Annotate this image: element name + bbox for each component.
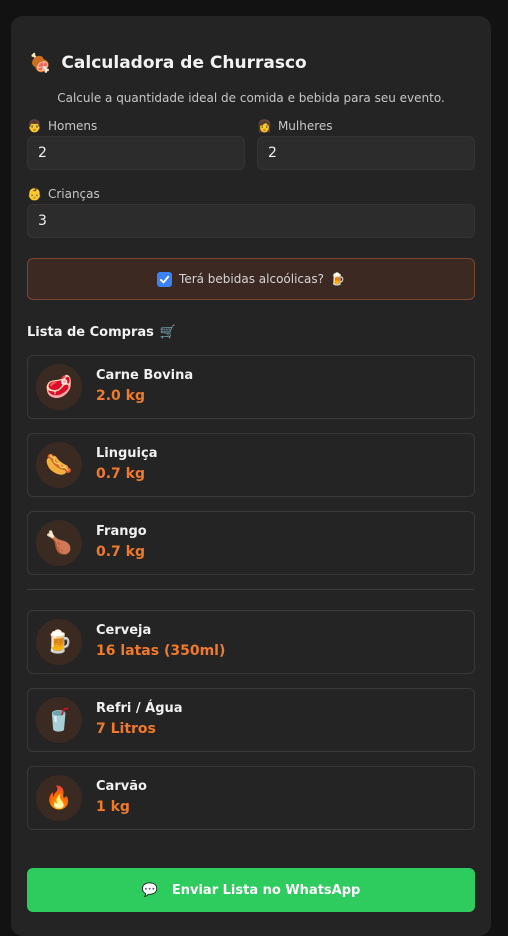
item-value: 0.7 kg: [96, 544, 146, 560]
item-value: 2.0 kg: [96, 388, 146, 404]
item-name: Frango: [96, 524, 147, 539]
field-label-mulheres: 👩 Mulheres: [257, 118, 475, 134]
item-name: Carvão: [96, 779, 147, 794]
meat-icon: 🥩: [36, 364, 82, 410]
page-title: 🍖 Calculadora de Churrasco: [27, 51, 475, 75]
send-whatsapp-button[interactable]: 💬 Enviar Lista no WhatsApp: [27, 868, 475, 912]
woman-icon: 👩: [257, 119, 272, 133]
mulheres-label: Mulheres: [277, 119, 333, 133]
shopping-list: 🥩 Carne Bovina 2.0 kg 🌭 Linguiça 0.7 kg …: [27, 355, 475, 830]
alcohol-checkbox[interactable]: [157, 271, 173, 287]
cup-with-straw-icon: 🥤: [36, 697, 82, 743]
field-label-criancas: 👶 Crianças: [27, 186, 475, 202]
list-item-linguica: 🌭 Linguiça 0.7 kg: [27, 433, 475, 497]
homens-label: Homens: [47, 119, 98, 133]
field-criancas: 👶 Crianças 3: [27, 186, 475, 238]
beer-mug-icon: 🍺: [330, 272, 345, 286]
item-value: 0.7 kg: [96, 466, 146, 482]
send-whatsapp-label: Enviar Lista no WhatsApp: [171, 882, 361, 898]
divider: [27, 589, 475, 590]
hotdog-icon: 🌭: [36, 442, 82, 488]
homens-input[interactable]: 2: [27, 136, 245, 170]
item-value: 1 kg: [96, 799, 130, 815]
item-name: Cerveja: [96, 623, 152, 638]
alcohol-label: Terá bebidas alcoólicas?: [179, 272, 325, 286]
page-title-text: Calculadora de Churrasco: [61, 53, 307, 73]
field-label-homens: 👨 Homens: [27, 118, 245, 134]
beer-icon: 🍺: [36, 619, 82, 665]
alcohol-toggle[interactable]: Terá bebidas alcoólicas? 🍺: [27, 258, 475, 300]
child-icon: 👶: [27, 187, 42, 201]
list-item-carne: 🥩 Carne Bovina 2.0 kg: [27, 355, 475, 419]
list-item-refri: 🥤 Refri / Água 7 Litros: [27, 688, 475, 752]
item-value: 16 latas (350ml): [96, 643, 226, 659]
criancas-label: Crianças: [47, 187, 100, 201]
poultry-leg-icon: 🍗: [36, 520, 82, 566]
shopping-list-title-text: Lista de Compras: [27, 324, 154, 340]
speech-bubble-icon: 💬: [141, 882, 158, 898]
page-subtitle: Calcule a quantidade ideal de comida e b…: [57, 91, 445, 105]
fire-icon: 🔥: [36, 775, 82, 821]
field-mulheres: 👩 Mulheres 2: [257, 118, 475, 170]
item-name: Refri / Água: [96, 701, 183, 716]
calculator-card: 🍖 Calculadora de Churrasco Calcule a qua…: [11, 16, 491, 936]
item-name: Carne Bovina: [96, 368, 194, 383]
shopping-cart-icon: 🛒: [159, 324, 177, 340]
item-value: 7 Litros: [96, 721, 156, 737]
list-item-carvao: 🔥 Carvão 1 kg: [27, 766, 475, 830]
check-icon: [159, 275, 170, 283]
list-item-cerveja: 🍺 Cerveja 16 latas (350ml): [27, 610, 475, 674]
criancas-input[interactable]: 3: [27, 204, 475, 238]
shopping-list-title: Lista de Compras 🛒: [27, 323, 475, 341]
mulheres-input[interactable]: 2: [257, 136, 475, 170]
field-homens: 👨 Homens 2: [27, 118, 245, 170]
list-item-frango: 🍗 Frango 0.7 kg: [27, 511, 475, 575]
meat-on-bone-icon: 🍖: [29, 52, 52, 74]
man-icon: 👨: [27, 119, 42, 133]
item-name: Linguiça: [96, 446, 158, 461]
